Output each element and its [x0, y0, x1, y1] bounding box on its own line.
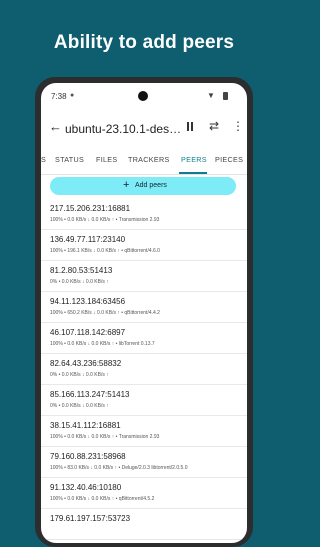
peer-stats: 100% • 196.1 KB/s ↓ 0.0 KB/s ↑ • qBittor… — [50, 248, 160, 254]
peer-address: 46.107.118.142:6897 — [50, 328, 126, 337]
tab-peers[interactable]: PEERS — [181, 155, 207, 164]
peer-stats: 0% • 0.0 KB/s ↓ 0.0 KB/s ↑ — [50, 279, 109, 285]
peer-stats: 100% • 650.2 KB/s ↓ 0.0 KB/s ↑ • qBittor… — [50, 310, 160, 316]
add-peers-label: Add peers — [135, 182, 167, 189]
camera-cutout — [138, 91, 148, 101]
peer-stats: 100% • 0.0 KB/s ↓ 0.0 KB/s ↑ • Transmiss… — [50, 434, 160, 440]
peer-row[interactable]: 46.107.118.142:6897 100% • 0.0 KB/s ↓ 0.0… — [41, 323, 247, 354]
peer-stats: 100% • 83.0 KB/s ↓ 0.0 KB/s ↑ • Deluge/2… — [50, 465, 188, 471]
peer-row[interactable]: 136.49.77.117:23140 100% • 196.1 KB/s ↓ 0… — [41, 230, 247, 261]
peer-address: 82.64.43.236:58832 — [50, 359, 122, 368]
peer-address: 91.132.40.46:10180 — [50, 483, 122, 492]
torrent-title: ubuntu-23.10.1-des… — [65, 122, 182, 136]
plus-icon: + — [123, 179, 130, 191]
peer-row[interactable]: 217.15.206.231:16881 100% • 0.0 KB/s ↓ 0.… — [41, 199, 247, 230]
pause-icon[interactable] — [187, 122, 194, 131]
peer-row[interactable]: 79.160.88.231:58968 100% • 83.0 KB/s ↓ 0.… — [41, 447, 247, 478]
active-tab-indicator — [179, 172, 207, 174]
phone-frame: 7:38 ● ▼ ← ubuntu-23.10.1-des… ⇄ ⋮ S STA… — [35, 77, 253, 547]
peer-row[interactable]: 94.11.123.184:63456 100% • 650.2 KB/s ↓ 0… — [41, 292, 247, 323]
peer-stats: 100% • 0.0 KB/s ↓ 0.0 KB/s ↑ • libTorren… — [50, 341, 155, 347]
peer-address: 38.15.41.112:16881 — [50, 421, 121, 430]
peer-address: 81.2.80.53:51413 — [50, 266, 113, 275]
sync-icon[interactable]: ⇄ — [209, 119, 219, 133]
toolbar: ← ubuntu-23.10.1-des… ⇄ ⋮ — [41, 111, 247, 145]
tab-pieces[interactable]: PIECES — [215, 155, 243, 164]
app-screen: 7:38 ● ▼ ← ubuntu-23.10.1-des… ⇄ ⋮ S STA… — [41, 83, 247, 543]
peer-address: 179.61.197.157:53723 — [50, 514, 131, 523]
peer-stats: 100% • 0.0 KB/s ↓ 0.0 KB/s ↑ • qBittorre… — [50, 496, 155, 502]
add-peers-button[interactable]: + Add peers — [50, 177, 236, 195]
peer-stats: 100% • 0.0 KB/s ↓ 0.0 KB/s ↑ • Transmiss… — [50, 217, 160, 223]
peer-stats: 0% • 0.0 KB/s ↓ 0.0 KB/s ↑ — [50, 372, 109, 378]
peer-row[interactable]: 38.15.41.112:16881 100% • 0.0 KB/s ↓ 0.0 … — [41, 416, 247, 447]
peer-row[interactable]: 82.64.43.236:58832 0% • 0.0 KB/s ↓ 0.0 KB… — [41, 354, 247, 385]
peer-address: 79.160.88.231:58968 — [50, 452, 126, 461]
headline: Ability to add peers — [53, 32, 235, 53]
peer-stats: 0% • 0.0 KB/s ↓ 0.0 KB/s ↑ — [50, 403, 109, 409]
peer-address: 85.166.113.247:51413 — [50, 390, 130, 399]
peer-list: 217.15.206.231:16881 100% • 0.0 KB/s ↓ 0.… — [41, 199, 247, 540]
arrow-back-icon[interactable]: ← — [49, 119, 62, 134]
tab-details[interactable]: S — [41, 155, 46, 164]
status-bar: 7:38 ● ▼ — [41, 83, 247, 105]
peer-address: 136.49.77.117:23140 — [50, 235, 126, 244]
drop-icon: ● — [70, 92, 75, 99]
peer-row[interactable]: 179.61.197.157:53723 — [41, 509, 247, 540]
peer-address: 94.11.123.184:63456 — [50, 297, 126, 306]
status-time: 7:38 — [51, 92, 67, 101]
tab-status[interactable]: STATUS — [55, 155, 84, 164]
battery-icon — [223, 92, 228, 100]
wifi-icon: ▼ — [207, 91, 215, 100]
tab-files[interactable]: FILES — [96, 155, 117, 164]
more-vert-icon[interactable]: ⋮ — [232, 119, 244, 133]
peer-row[interactable]: 85.166.113.247:51413 0% • 0.0 KB/s ↓ 0.0 … — [41, 385, 247, 416]
peer-row[interactable]: 91.132.40.46:10180 100% • 0.0 KB/s ↓ 0.0 … — [41, 478, 247, 509]
peer-address: 217.15.206.231:16881 — [50, 204, 131, 213]
peer-row[interactable]: 81.2.80.53:51413 0% • 0.0 KB/s ↓ 0.0 KB/s… — [41, 261, 247, 292]
tab-trackers[interactable]: TRACKERS — [128, 155, 170, 164]
tab-bar: S STATUS FILES TRACKERS PEERS PIECES — [41, 150, 247, 175]
